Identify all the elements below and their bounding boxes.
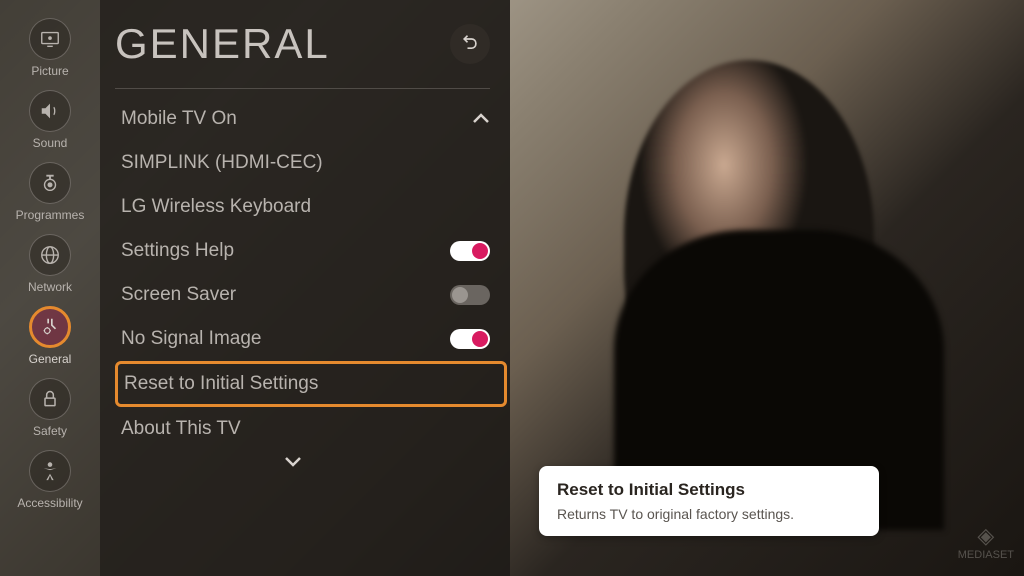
sidebar-item-sound[interactable]: Sound	[29, 90, 71, 150]
general-icon	[29, 306, 71, 348]
sidebar-label: Sound	[33, 136, 68, 150]
sidebar-label: Picture	[31, 64, 68, 78]
accessibility-icon	[29, 450, 71, 492]
sidebar-label: Safety	[33, 424, 67, 438]
tooltip: Reset to Initial Settings Returns TV to …	[539, 466, 879, 536]
sidebar-item-accessibility[interactable]: Accessibility	[17, 450, 82, 510]
menu-label: LG Wireless Keyboard	[121, 196, 311, 218]
sidebar-item-safety[interactable]: Safety	[29, 378, 71, 438]
menu-item-screen-saver[interactable]: Screen Saver	[115, 273, 510, 317]
menu-label: Mobile TV On	[121, 108, 237, 130]
watermark-label: MEDIASET	[958, 549, 1014, 561]
panel-header: GENERAL	[115, 20, 510, 68]
tooltip-title: Reset to Initial Settings	[557, 480, 861, 500]
divider	[115, 88, 490, 89]
menu-item-mobile-tv[interactable]: Mobile TV On	[115, 97, 510, 141]
toggle-off[interactable]	[450, 285, 490, 305]
sidebar-label: General	[29, 352, 72, 366]
sidebar-label: Accessibility	[17, 496, 82, 510]
settings-sidebar: Picture Sound Programmes	[0, 0, 100, 576]
menu-list: Mobile TV On SIMPLINK (HDMI-CEC) LG Wire…	[115, 97, 510, 471]
settings-panel: GENERAL Mobile TV On SIMPLINK (HDMI-CEC)…	[100, 0, 510, 576]
menu-label: About This TV	[121, 418, 241, 440]
menu-label: No Signal Image	[121, 328, 261, 350]
sound-icon	[29, 90, 71, 132]
chevron-up-icon[interactable]	[472, 113, 490, 125]
menu-item-no-signal[interactable]: No Signal Image	[115, 317, 510, 361]
safety-icon	[29, 378, 71, 420]
menu-item-settings-help[interactable]: Settings Help	[115, 229, 510, 273]
menu-label: Reset to Initial Settings	[124, 373, 318, 395]
sidebar-label: Network	[28, 280, 72, 294]
sidebar-item-programmes[interactable]: Programmes	[16, 162, 85, 222]
sidebar-item-picture[interactable]: Picture	[29, 18, 71, 78]
network-icon	[29, 234, 71, 276]
panel-title: GENERAL	[115, 20, 330, 68]
toggle-on[interactable]	[450, 241, 490, 261]
sidebar-item-general[interactable]: General	[29, 306, 72, 366]
tooltip-description: Returns TV to original factory settings.	[557, 506, 861, 522]
menu-item-reset[interactable]: Reset to Initial Settings	[115, 361, 507, 407]
menu-label: SIMPLINK (HDMI-CEC)	[121, 152, 323, 174]
toggle-on[interactable]	[450, 329, 490, 349]
back-button[interactable]	[450, 24, 490, 64]
chevron-down-icon[interactable]	[115, 451, 470, 471]
menu-item-about[interactable]: About This TV	[115, 407, 510, 451]
menu-label: Settings Help	[121, 240, 234, 262]
programmes-icon	[29, 162, 71, 204]
menu-item-simplink[interactable]: SIMPLINK (HDMI-CEC)	[115, 141, 510, 185]
sidebar-item-network[interactable]: Network	[28, 234, 72, 294]
menu-item-wireless-keyboard[interactable]: LG Wireless Keyboard	[115, 185, 510, 229]
menu-label: Screen Saver	[121, 284, 236, 306]
sidebar-label: Programmes	[16, 208, 85, 222]
watermark-icon: ◈	[958, 523, 1014, 549]
picture-icon	[29, 18, 71, 60]
channel-watermark: ◈ MEDIASET	[958, 523, 1014, 561]
